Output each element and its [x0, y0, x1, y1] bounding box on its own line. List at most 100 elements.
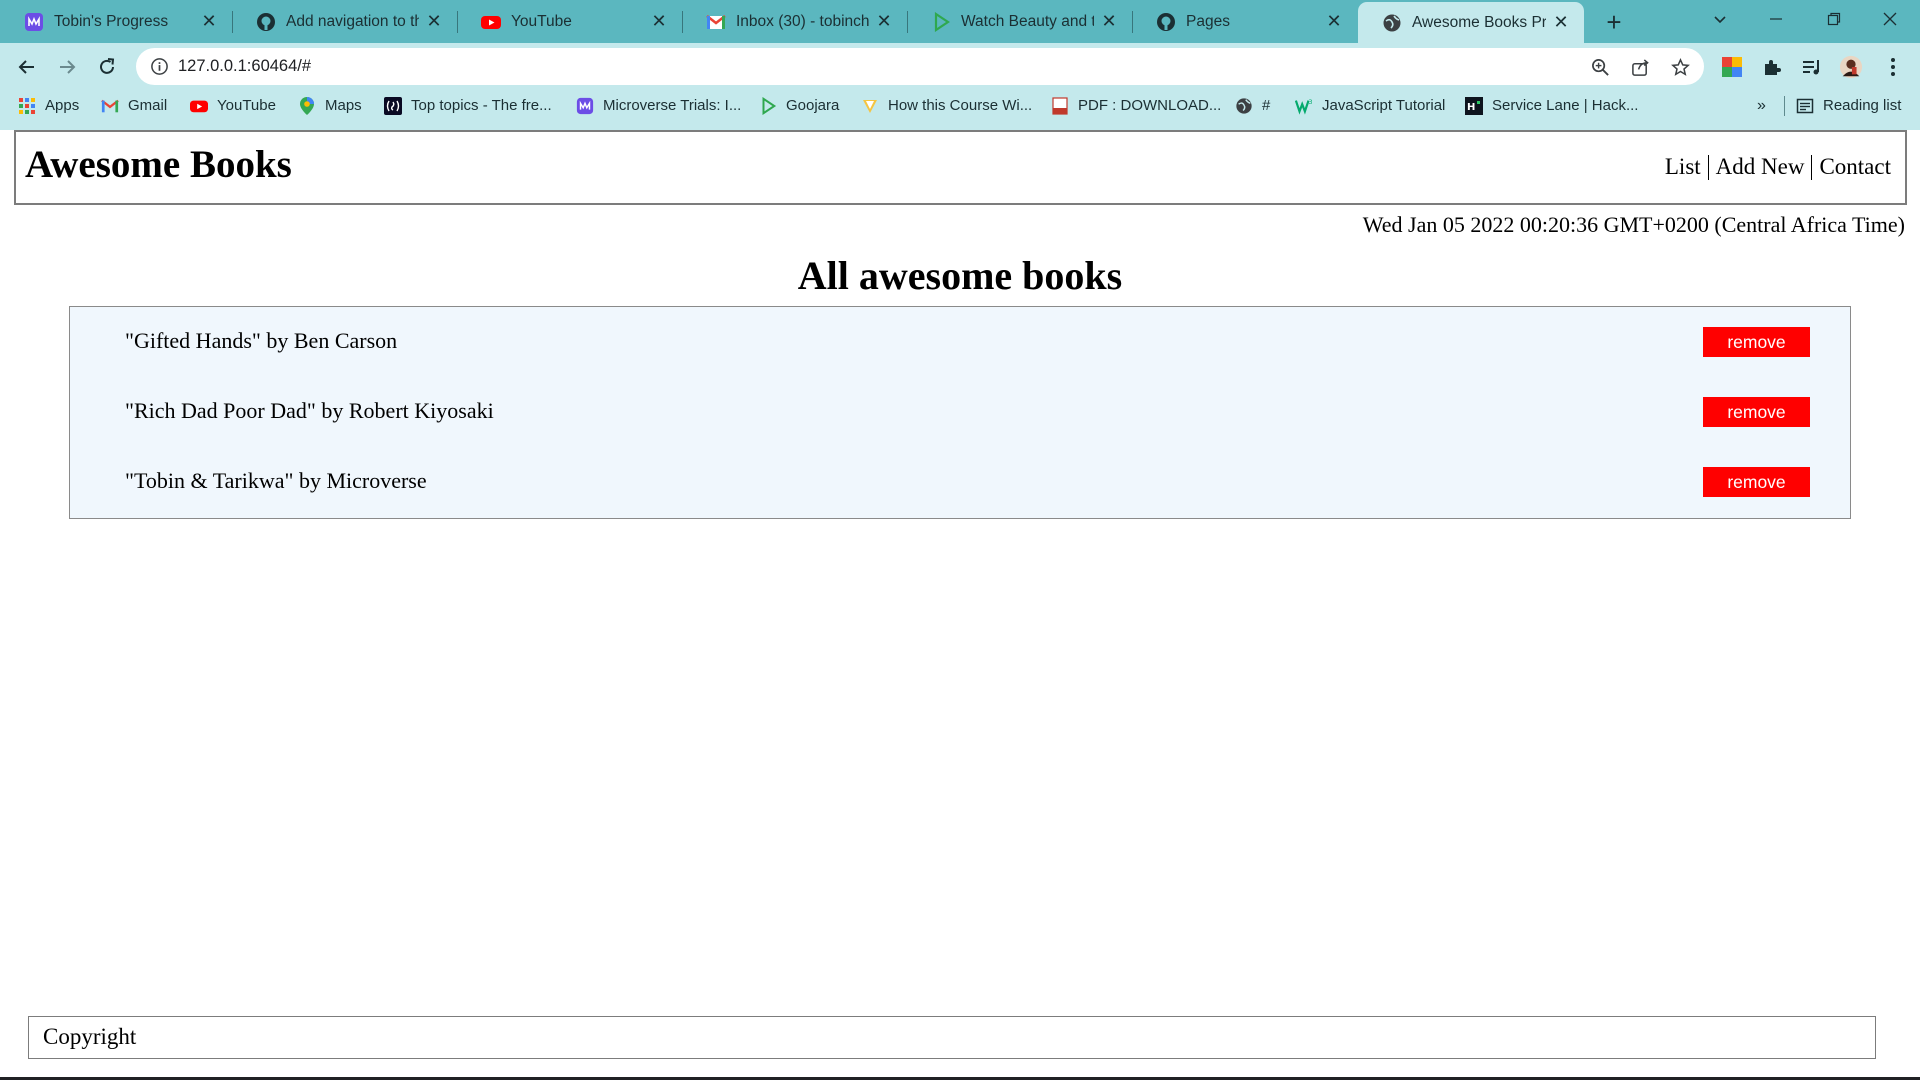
copyright-text: Copyright	[43, 1024, 137, 1049]
nav-divider	[1707, 154, 1709, 180]
close-icon[interactable]: ✕	[200, 11, 218, 31]
tab-strip: Tobin's Progress ✕ Add navigation to the…	[0, 0, 1920, 43]
nav-divider	[1811, 154, 1813, 180]
back-button[interactable]	[11, 51, 43, 83]
site-footer: Copyright	[28, 1016, 1876, 1059]
zoom-icon[interactable]	[1590, 57, 1610, 77]
bookmark-javascript-tutorial[interactable]: 3 JavaScript Tutorial	[1295, 90, 1445, 121]
bookmark-maps[interactable]: Maps	[298, 90, 362, 121]
nav-list-link[interactable]: List	[1665, 154, 1701, 180]
close-icon[interactable]: ✕	[1325, 11, 1343, 31]
gmail-icon	[101, 97, 119, 115]
extensions-puzzle-icon[interactable]	[1760, 55, 1784, 79]
close-icon[interactable]: ✕	[1552, 12, 1570, 32]
forward-button[interactable]	[51, 51, 83, 83]
tab-title: YouTube	[511, 12, 572, 30]
reload-icon	[100, 58, 115, 74]
book-item: "Tobin & Tarikwa" by Microverse remove	[70, 467, 1850, 497]
tab-title: Pages	[1186, 12, 1230, 30]
close-icon[interactable]: ✕	[1100, 11, 1118, 31]
maps-pin-icon	[298, 96, 316, 115]
tab-5[interactable]: Watch Beauty and the ✕	[907, 0, 1133, 43]
apps-grid-icon	[18, 97, 36, 115]
restore-button[interactable]	[1806, 0, 1862, 38]
reload-button[interactable]	[91, 51, 123, 83]
browser-menu-button[interactable]	[1881, 55, 1905, 79]
bookmark-microverse[interactable]: Microverse Trials: I...	[576, 90, 741, 121]
share-icon[interactable]	[1630, 57, 1650, 77]
bookmark-label: PDF : DOWNLOAD...	[1078, 97, 1222, 114]
close-icon[interactable]: ✕	[875, 11, 893, 31]
bookmarks-bar: Apps Gmail YouTube Maps Top topics - The…	[0, 90, 1920, 130]
book-item: "Rich Dad Poor Dad" by Robert Kiyosaki r…	[70, 397, 1850, 427]
info-icon[interactable]	[150, 57, 169, 76]
restore-icon	[1827, 12, 1841, 26]
pdf-icon	[1051, 96, 1069, 115]
remove-button[interactable]: remove	[1703, 467, 1810, 497]
url-text[interactable]: 127.0.0.1:60464/#	[178, 57, 311, 76]
reading-list-icon	[1796, 97, 1814, 115]
microverse-icon	[576, 97, 594, 115]
github-icon	[1156, 12, 1176, 32]
reading-list-button[interactable]: Reading list	[1796, 90, 1901, 121]
bookmark-label: #	[1262, 97, 1271, 114]
globe-icon	[1235, 97, 1253, 115]
kebab-menu-icon	[1891, 58, 1895, 76]
new-tab-button[interactable]: +	[1598, 6, 1630, 38]
bookmark-label: Microverse Trials: I...	[603, 97, 742, 114]
tab-title: Watch Beauty and the	[961, 12, 1094, 30]
bookmark-goojara[interactable]: Goojara	[759, 90, 839, 121]
bookmark-apps[interactable]: Apps	[18, 90, 79, 121]
svg-text:H: H	[1467, 102, 1475, 113]
tab-4[interactable]: Inbox (30) - tobinchild ✕	[682, 0, 908, 43]
bookmark-hash[interactable]: #	[1235, 90, 1270, 121]
bookmark-freecodecamp[interactable]: Top topics - The fre...	[384, 90, 552, 121]
minimize-button[interactable]	[1748, 0, 1804, 38]
bookmark-pdf[interactable]: PDF : DOWNLOAD...	[1051, 90, 1221, 121]
arrow-left-icon	[18, 60, 34, 74]
arrow-right-icon	[60, 60, 76, 74]
current-date: Wed Jan 05 2022 00:20:36 GMT+0200 (Centr…	[1362, 212, 1905, 237]
tab-1[interactable]: Tobin's Progress ✕	[0, 0, 233, 43]
play-icon	[931, 11, 951, 32]
book-title: "Rich Dad Poor Dad" by Robert Kiyosaki	[125, 398, 494, 423]
site-header: Awesome Books List Add New Contact	[14, 130, 1907, 205]
svg-text:3: 3	[1309, 99, 1313, 106]
close-window-button[interactable]	[1862, 0, 1918, 38]
github-icon	[256, 12, 276, 32]
hackerrank-icon: H	[1465, 96, 1483, 115]
youtube-icon	[190, 97, 208, 115]
tab-title: Inbox (30) - tobinchild	[736, 12, 869, 30]
play-icon	[759, 96, 777, 115]
bookmark-star-icon[interactable]	[1670, 57, 1690, 77]
bookmarks-overflow-button[interactable]: »	[1757, 90, 1766, 121]
browser-toolbar: 127.0.0.1:60464/#	[0, 43, 1920, 90]
microverse-icon	[24, 12, 44, 32]
tab-6[interactable]: Pages ✕	[1132, 0, 1357, 43]
bookmark-course[interactable]: How this Course Wi...	[861, 90, 1032, 121]
tab-search-button[interactable]	[1692, 0, 1748, 38]
site-nav: List Add New Contact	[1665, 154, 1891, 180]
nav-add-new-link[interactable]: Add New	[1716, 154, 1805, 180]
bookmark-label: YouTube	[217, 97, 276, 114]
profile-avatar[interactable]	[1839, 55, 1863, 79]
bookmark-hackerrank[interactable]: H Service Lane | Hack...	[1465, 90, 1638, 121]
address-bar[interactable]: 127.0.0.1:60464/#	[136, 48, 1704, 85]
remove-button[interactable]: remove	[1703, 327, 1810, 357]
bookmark-youtube[interactable]: YouTube	[190, 90, 276, 121]
tab-3[interactable]: YouTube ✕	[457, 0, 683, 43]
tab-2[interactable]: Add navigation to the ✕	[232, 0, 458, 43]
page-content: Awesome Books List Add New Contact Wed J…	[0, 130, 1920, 1080]
close-icon[interactable]: ✕	[425, 11, 443, 31]
remove-button[interactable]: remove	[1703, 397, 1810, 427]
nav-contact-link[interactable]: Contact	[1819, 154, 1891, 180]
bookmark-label: Maps	[325, 97, 362, 114]
media-control-icon[interactable]	[1800, 55, 1824, 79]
w3schools-icon: 3	[1295, 97, 1313, 115]
bookmark-gmail[interactable]: Gmail	[101, 90, 167, 121]
tab-7-active[interactable]: Awesome Books Proj ✕	[1358, 2, 1584, 43]
freecodecamp-icon	[384, 96, 402, 115]
tab-title: Awesome Books Proj	[1412, 13, 1546, 31]
close-icon[interactable]: ✕	[650, 11, 668, 31]
extension-colorful-icon[interactable]	[1720, 55, 1744, 79]
